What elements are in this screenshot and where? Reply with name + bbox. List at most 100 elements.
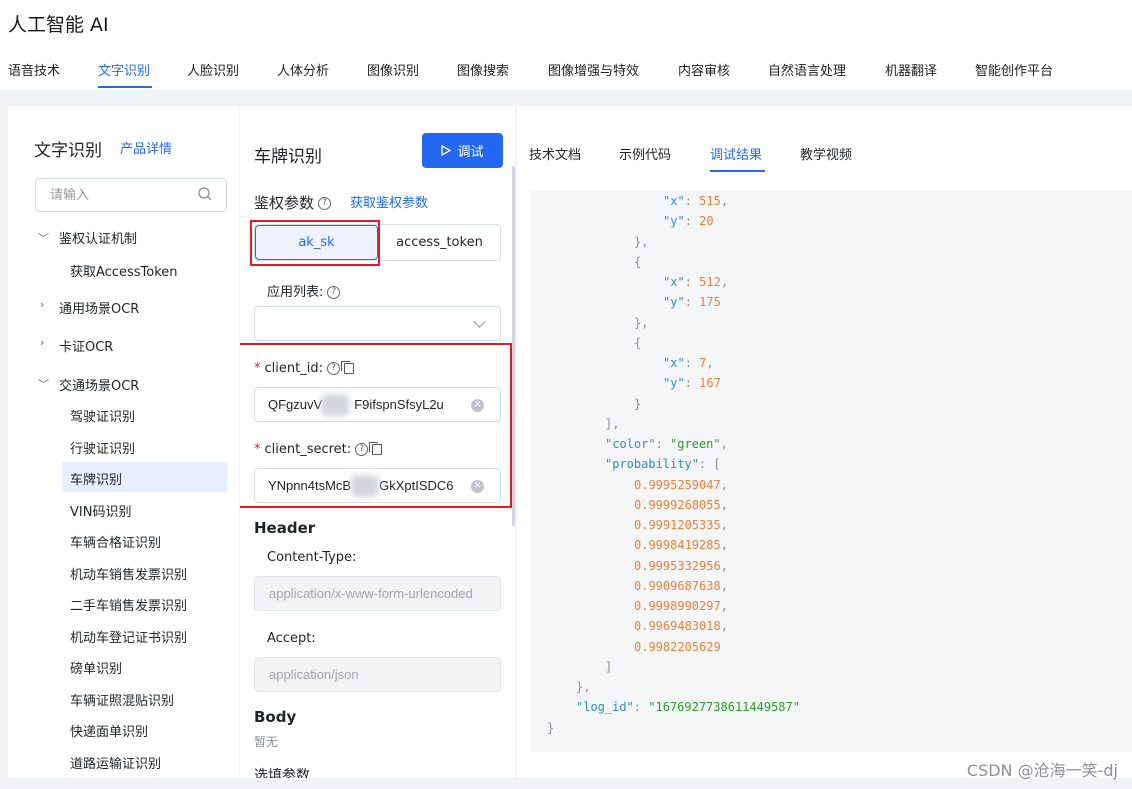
app-list-text: 应用列表:	[267, 285, 324, 300]
code-line: 0.9982205629	[634, 639, 721, 655]
tree-item-mixed-cert[interactable]: 车辆证照混贴识别	[70, 690, 174, 709]
tree-item-weighbill[interactable]: 磅单识别	[70, 658, 122, 677]
json-result-viewer[interactable]: "x": 515, "y": 20 }, { "x": 512, "y": 17…	[530, 190, 1132, 752]
tree-item-registration[interactable]: 机动车登记证书识别	[70, 627, 187, 646]
nav-item-moderation[interactable]: 内容审核	[678, 60, 730, 79]
tree-item-road-transport[interactable]: 道路运输证识别	[70, 753, 161, 772]
tab-tech-docs[interactable]: 技术文档	[529, 144, 581, 163]
chevron-down-icon[interactable]: ﹀	[38, 376, 49, 392]
json-number: 167	[699, 376, 721, 390]
app-list-label: 应用列表:?	[267, 281, 341, 300]
nav-item-image-search[interactable]: 图像搜索	[457, 60, 509, 79]
code-line: "color": "green",	[605, 437, 728, 451]
nav-active-underline	[98, 86, 152, 88]
nav-item-creation[interactable]: 智能创作平台	[975, 60, 1053, 79]
content-type-value: application/x-www-form-urlencoded	[269, 586, 473, 601]
debug-button[interactable]: 调试	[422, 133, 503, 168]
watermark: CSDN @沧海一笑-dj	[966, 761, 1118, 780]
json-string: green	[677, 437, 714, 451]
tree-item-access-token[interactable]: 获取AccessToken	[70, 261, 178, 280]
json-number: 512	[699, 275, 721, 289]
code-line: 0.9999268055,	[634, 498, 728, 512]
auth-params-text: 鉴权参数	[254, 194, 315, 212]
json-number: 0.9995259047	[634, 478, 721, 492]
nav-item-image-enhance[interactable]: 图像增强与特效	[548, 60, 639, 79]
code-line: "x": 7,	[663, 356, 714, 370]
code-line: ]	[605, 660, 613, 674]
nav-item-translate[interactable]: 机器翻译	[885, 60, 937, 79]
json-number: 0.9998419285	[634, 538, 721, 552]
code-line: "y": 167	[663, 376, 721, 390]
code-line: 0.9991205335,	[634, 518, 728, 532]
accept-label: Accept:	[267, 631, 316, 646]
api-title: 车牌识别	[254, 147, 322, 167]
code-line: "x": 512,	[663, 275, 729, 289]
json-number: 0.9999268055	[634, 498, 721, 512]
search-icon[interactable]	[198, 187, 212, 201]
chevron-right-icon[interactable]: ›	[40, 298, 44, 311]
tree-item-vin[interactable]: VIN码识别	[70, 501, 131, 520]
code-line: {	[634, 255, 642, 269]
chevron-down-icon[interactable]: ﹀	[38, 230, 49, 246]
json-string: 1676927738611449587	[655, 700, 793, 714]
tree-group-general-ocr[interactable]: 通用场景OCR	[59, 298, 139, 317]
tree-item-license-plate[interactable]: 车牌识别	[70, 469, 122, 488]
tree-item-vehicle-cert[interactable]: 车辆合格证识别	[70, 532, 161, 551]
nav-item-body[interactable]: 人体分析	[277, 60, 329, 79]
nav-item-nlp[interactable]: 自然语言处理	[768, 60, 846, 79]
code-line: "x": 515,	[663, 194, 729, 208]
app-title: 人工智能 AI	[8, 14, 109, 36]
code-line: "probability": [	[605, 457, 721, 471]
request-panel: 车牌识别 调试 鉴权参数? 获取鉴权参数 ak_sk access_token …	[240, 106, 515, 778]
product-detail-link[interactable]: 产品详情	[120, 138, 172, 157]
code-line: 0.9998419285,	[634, 538, 728, 552]
nav-item-ocr[interactable]: 文字识别	[98, 60, 150, 79]
body-section-title: Body	[254, 708, 297, 726]
tree-item-express-waybill[interactable]: 快递面单识别	[70, 721, 148, 740]
code-line: },	[576, 680, 591, 694]
tree-item-vehicle-license[interactable]: 行驶证识别	[70, 438, 135, 457]
help-icon[interactable]: ?	[327, 286, 341, 299]
code-line: "log_id": "1676927738611449587"	[576, 700, 800, 714]
scrollbar[interactable]	[512, 166, 515, 526]
chevron-right-icon[interactable]: ›	[40, 336, 44, 349]
code-line: 0.9998990297,	[634, 599, 728, 613]
code-line: "y": 175	[663, 295, 721, 309]
chevron-down-icon	[473, 315, 486, 328]
code-line: ],	[605, 417, 620, 431]
sidebar-search[interactable]	[35, 178, 227, 212]
app-list-select[interactable]	[254, 306, 501, 341]
optional-params-title: 选填参数	[254, 768, 310, 778]
json-number: 0.9909687638	[634, 579, 721, 593]
auth-mode-access-token[interactable]: access_token	[378, 225, 501, 260]
content-type-field: application/x-www-form-urlencoded	[254, 576, 501, 611]
code-line: 0.9995259047,	[634, 478, 728, 492]
json-number: 0.9982205629	[634, 640, 721, 654]
json-number: 0.9991205335	[634, 518, 721, 532]
get-auth-params-link[interactable]: 获取鉴权参数	[350, 192, 428, 211]
tree-item-sales-invoice[interactable]: 机动车销售发票识别	[70, 564, 187, 583]
tab-debug-result[interactable]: 调试结果	[710, 144, 762, 163]
tree-item-driver-license[interactable]: 驾驶证识别	[70, 406, 135, 425]
auth-params-label: 鉴权参数?	[254, 192, 332, 213]
json-number: 0.9998990297	[634, 599, 721, 613]
search-input[interactable]	[50, 186, 190, 204]
tree-group-auth[interactable]: 鉴权认证机制	[59, 228, 137, 247]
nav-item-voice[interactable]: 语音技术	[8, 60, 60, 79]
help-icon[interactable]: ?	[318, 197, 332, 210]
highlight-box	[250, 220, 380, 266]
tab-sample-code[interactable]: 示例代码	[619, 144, 671, 163]
nav-item-image[interactable]: 图像识别	[367, 60, 419, 79]
tree-group-card-ocr[interactable]: 卡证OCR	[59, 336, 113, 355]
tree-item-used-car-invoice[interactable]: 二手车销售发票识别	[70, 595, 187, 614]
tab-tutorial-video[interactable]: 教学视频	[800, 144, 852, 163]
code-line: },	[634, 316, 649, 330]
play-icon	[441, 145, 452, 156]
json-number: 20	[699, 214, 714, 228]
code-line: "y": 20	[663, 214, 714, 228]
code-line: }	[634, 397, 642, 411]
tree-group-traffic-ocr[interactable]: 交通场景OCR	[59, 375, 139, 394]
sidebar: 文字识别 产品详情 ﹀ 鉴权认证机制 获取AccessToken › 通用场景O…	[8, 106, 239, 778]
nav-item-face[interactable]: 人脸识别	[187, 60, 239, 79]
accept-field: application/json	[254, 657, 501, 692]
